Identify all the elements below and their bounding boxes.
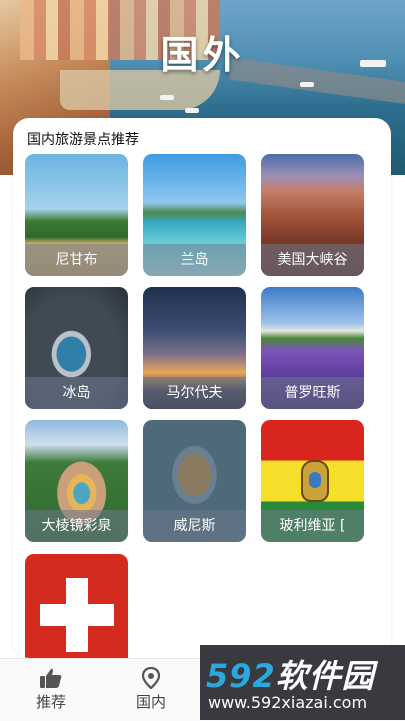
destination-label: 大棱镜彩泉: [25, 510, 128, 542]
destination-label: 马尔代夫: [143, 377, 246, 409]
destination-tile-lanyu[interactable]: 兰岛: [143, 154, 246, 276]
nav-label: 国内: [135, 693, 166, 711]
watermark-logo-text: 软件园: [275, 657, 375, 695]
boat-image: [300, 82, 314, 87]
destinations-card: 国内旅游景点推荐 尼甘布 兰岛 美国大峡谷 冰岛 马尔代夫 普罗旺斯 大棱镜彩泉…: [13, 118, 391, 658]
section-title: 国内旅游景点推荐: [27, 132, 139, 148]
nav-item-domestic[interactable]: 国内: [116, 663, 186, 717]
watermark-url: www.592xiazai.com: [208, 693, 368, 712]
destination-tile-maldives[interactable]: 马尔代夫: [143, 287, 246, 409]
destination-tile-grand-canyon[interactable]: 美国大峡谷: [261, 154, 364, 276]
destination-tile-switzerland[interactable]: [25, 554, 128, 658]
destination-tile-provence[interactable]: 普罗旺斯: [261, 287, 364, 409]
destination-tile-grand-prismatic-spring[interactable]: 大棱镜彩泉: [25, 420, 128, 542]
bolivia-coat-of-arms-icon: [301, 460, 329, 502]
boat-image: [160, 95, 174, 100]
destination-tile-venice[interactable]: 威尼斯: [143, 420, 246, 542]
watermark: 592软件园 www.592xiazai.com: [200, 645, 405, 720]
destination-label: 冰岛: [25, 377, 128, 409]
hero-title: 国外: [160, 33, 245, 77]
destination-label: 美国大峡谷: [261, 244, 364, 276]
destination-label: 兰岛: [143, 244, 246, 276]
watermark-logo: 592软件园: [206, 651, 375, 697]
swiss-cross-icon: [40, 604, 114, 626]
watermark-logo-number: 592: [206, 657, 276, 695]
destination-label: 普罗旺斯: [261, 377, 364, 409]
location-pin-icon: [141, 667, 161, 689]
destination-label: 尼甘布: [25, 244, 128, 276]
nav-label: 推荐: [35, 693, 66, 711]
destination-label: 玻利维亚 [: [261, 510, 364, 542]
thumbs-up-icon: [40, 668, 62, 688]
destination-label: 威尼斯: [143, 510, 246, 542]
boat-image: [185, 108, 199, 113]
nav-item-recommend[interactable]: 推荐: [16, 663, 86, 717]
destination-tile-nigambo[interactable]: 尼甘布: [25, 154, 128, 276]
destination-tile-bolivia[interactable]: 玻利维亚 [: [261, 420, 364, 542]
destination-tile-iceland[interactable]: 冰岛: [25, 287, 128, 409]
